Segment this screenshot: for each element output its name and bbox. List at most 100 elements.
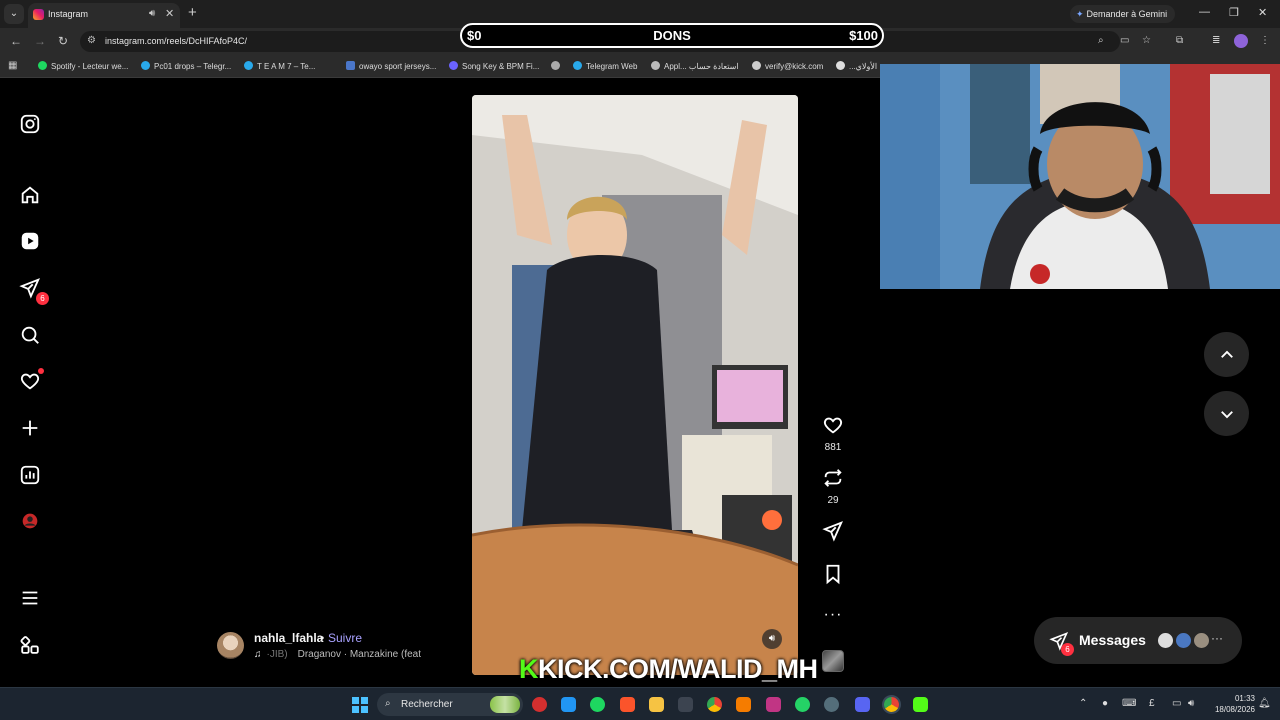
- volume-icon[interactable]: 🔊︎: [1188, 698, 1194, 709]
- like-button[interactable]: 881: [820, 414, 846, 453]
- audio-prefix: ·JIB): [266, 649, 288, 660]
- bookmark-icon: [826, 564, 840, 585]
- discord-icon[interactable]: [855, 697, 870, 712]
- donation-goal-bar: $0 DONS $100: [460, 23, 884, 48]
- tab-audio-icon[interactable]: 🔊︎: [149, 8, 155, 19]
- avatar: [1156, 631, 1175, 650]
- cast-icon[interactable]: ▭: [1120, 35, 1129, 46]
- bookmark-spotify[interactable]: Spotify - Lecteur we...: [38, 61, 128, 71]
- home-icon[interactable]: [18, 183, 42, 207]
- also-from-meta-icon[interactable]: [18, 634, 42, 658]
- reel-video[interactable]: 🔊︎: [472, 95, 798, 675]
- notification-bell-icon[interactable]: 🔔︎: [1258, 698, 1271, 709]
- ask-gemini-button[interactable]: ✦ Demander à Gemini: [1070, 5, 1176, 23]
- reels-icon[interactable]: [18, 229, 42, 253]
- site-info-icon[interactable]: ⚙: [87, 35, 96, 46]
- close-window-icon[interactable]: ✕: [1258, 6, 1267, 19]
- repost-button[interactable]: 29: [820, 467, 846, 506]
- app-icon[interactable]: [824, 697, 839, 712]
- store-icon[interactable]: [678, 697, 693, 712]
- windows-start-icon[interactable]: [352, 697, 368, 713]
- tab-close-icon[interactable]: ✕: [165, 7, 174, 20]
- zoom-icon[interactable]: ⌕: [1098, 35, 1104, 46]
- spotify-icon[interactable]: [590, 697, 605, 712]
- network-icon[interactable]: ▭: [1172, 698, 1181, 709]
- create-plus-icon[interactable]: [18, 416, 42, 440]
- kick-watermark-text: KICK.COM/WALID_MH: [538, 654, 818, 684]
- reading-list-icon[interactable]: ≣: [1212, 35, 1220, 46]
- profile-avatar-icon[interactable]: [18, 509, 42, 533]
- bookmark-team7[interactable]: T E A M 7 – Te...: [244, 61, 315, 71]
- more-options-icon[interactable]: ···: [820, 606, 846, 624]
- messages-pill-badge: 6: [1061, 643, 1074, 656]
- audio-thumbnail[interactable]: [822, 650, 844, 672]
- messages-count-badge: 6: [36, 292, 49, 305]
- profile-avatar[interactable]: [1234, 34, 1248, 48]
- chevron-up-icon: [1220, 350, 1233, 358]
- more-menu-icon[interactable]: [18, 586, 42, 610]
- brave-icon[interactable]: [620, 697, 635, 712]
- url-text[interactable]: instagram.com/reels/DcHIFAfoP4C/: [105, 36, 247, 46]
- instagram-logo-icon[interactable]: [18, 112, 42, 136]
- tab-instagram[interactable]: Instagram 🔊︎ ✕: [28, 3, 180, 28]
- keyboard-icon[interactable]: ⌨: [1122, 698, 1136, 709]
- follow-button[interactable]: Suivre: [328, 631, 362, 645]
- system-clock[interactable]: 01:33 18/08/2026: [1207, 693, 1255, 715]
- kick-logo-letter: K: [519, 654, 539, 684]
- chrome-active-icon[interactable]: [884, 697, 899, 712]
- bookmark-generic[interactable]: [551, 61, 564, 71]
- chrome-icon[interactable]: [707, 697, 722, 712]
- dashboard-icon[interactable]: [18, 463, 42, 487]
- chevron-down-icon: [1220, 410, 1233, 418]
- shield-icon[interactable]: [561, 697, 576, 712]
- forward-icon[interactable]: →: [34, 34, 46, 48]
- taskbar-search-placeholder: Rechercher: [401, 699, 453, 710]
- search-icon[interactable]: [18, 323, 42, 347]
- audio-track[interactable]: ♫ ·JIB) Draganov · Manzakine (feat: [254, 649, 421, 660]
- extensions-icon[interactable]: ⧉: [1176, 35, 1183, 46]
- minimize-icon[interactable]: —: [1199, 6, 1210, 18]
- language-icon[interactable]: £: [1149, 698, 1155, 709]
- new-tab-button[interactable]: +: [188, 4, 197, 21]
- author-username[interactable]: nahla_lfahla: [254, 631, 323, 645]
- kick-icon[interactable]: [913, 697, 928, 712]
- share-button[interactable]: [820, 520, 846, 547]
- apps-grid-icon[interactable]: ▦: [8, 60, 17, 71]
- bookmark-kick-verify[interactable]: verify@kick.com: [752, 61, 823, 71]
- gemini-label: Demander à Gemini: [1086, 9, 1168, 19]
- notifications-heart-icon[interactable]: [18, 368, 44, 393]
- back-icon[interactable]: ←: [10, 34, 22, 48]
- messages-pill-button[interactable]: 6 Messages ···: [1034, 617, 1242, 664]
- folder-icon[interactable]: [649, 697, 664, 712]
- tray-chevron-icon[interactable]: ⌃: [1079, 698, 1087, 709]
- whatsapp-icon[interactable]: [795, 697, 810, 712]
- reload-icon[interactable]: ↻: [58, 34, 68, 48]
- bookmark-apple[interactable]: Appl... استعادة حساب: [651, 61, 739, 71]
- restore-icon[interactable]: ❐: [1229, 6, 1239, 19]
- webcam-frame: [880, 64, 1280, 289]
- bookmark-pc01[interactable]: Pc01 drops – Telegr...: [141, 61, 231, 71]
- save-button[interactable]: [820, 563, 846, 590]
- share-send-icon: [822, 521, 843, 542]
- bookmark-owayo[interactable]: owayo sport jerseys...: [346, 61, 436, 71]
- clock-time: 01:33: [1234, 694, 1255, 703]
- bookmark-star-icon[interactable]: ☆: [1142, 35, 1151, 46]
- next-reel-button[interactable]: [1204, 391, 1249, 436]
- instagram-icon[interactable]: [766, 697, 781, 712]
- app-icon[interactable]: [532, 697, 547, 712]
- taskbar-search[interactable]: ⌕ Rechercher: [377, 693, 523, 716]
- bookmark-songkey[interactable]: Song Key & BPM Fi...: [449, 61, 539, 71]
- menu-kebab-icon[interactable]: ⋮: [1260, 35, 1270, 46]
- bookmark-telegram-web[interactable]: Telegram Web: [573, 61, 637, 71]
- more-dots-icon: ···: [1211, 631, 1223, 645]
- bookmark-last[interactable]: ...الأولاي: [836, 61, 877, 71]
- author-avatar[interactable]: [217, 632, 244, 659]
- kick-watermark: KKICK.COM/WALID_MH: [519, 654, 818, 685]
- previous-reel-button[interactable]: [1204, 332, 1249, 377]
- messages-icon[interactable]: 6: [18, 276, 49, 305]
- volume-icon[interactable]: 🔊︎: [762, 629, 782, 649]
- tab-search-icon[interactable]: ⌄: [4, 4, 24, 24]
- microphone-icon[interactable]: ●: [1102, 698, 1108, 709]
- vlc-icon[interactable]: [736, 697, 751, 712]
- music-note-icon: ♫: [254, 649, 262, 660]
